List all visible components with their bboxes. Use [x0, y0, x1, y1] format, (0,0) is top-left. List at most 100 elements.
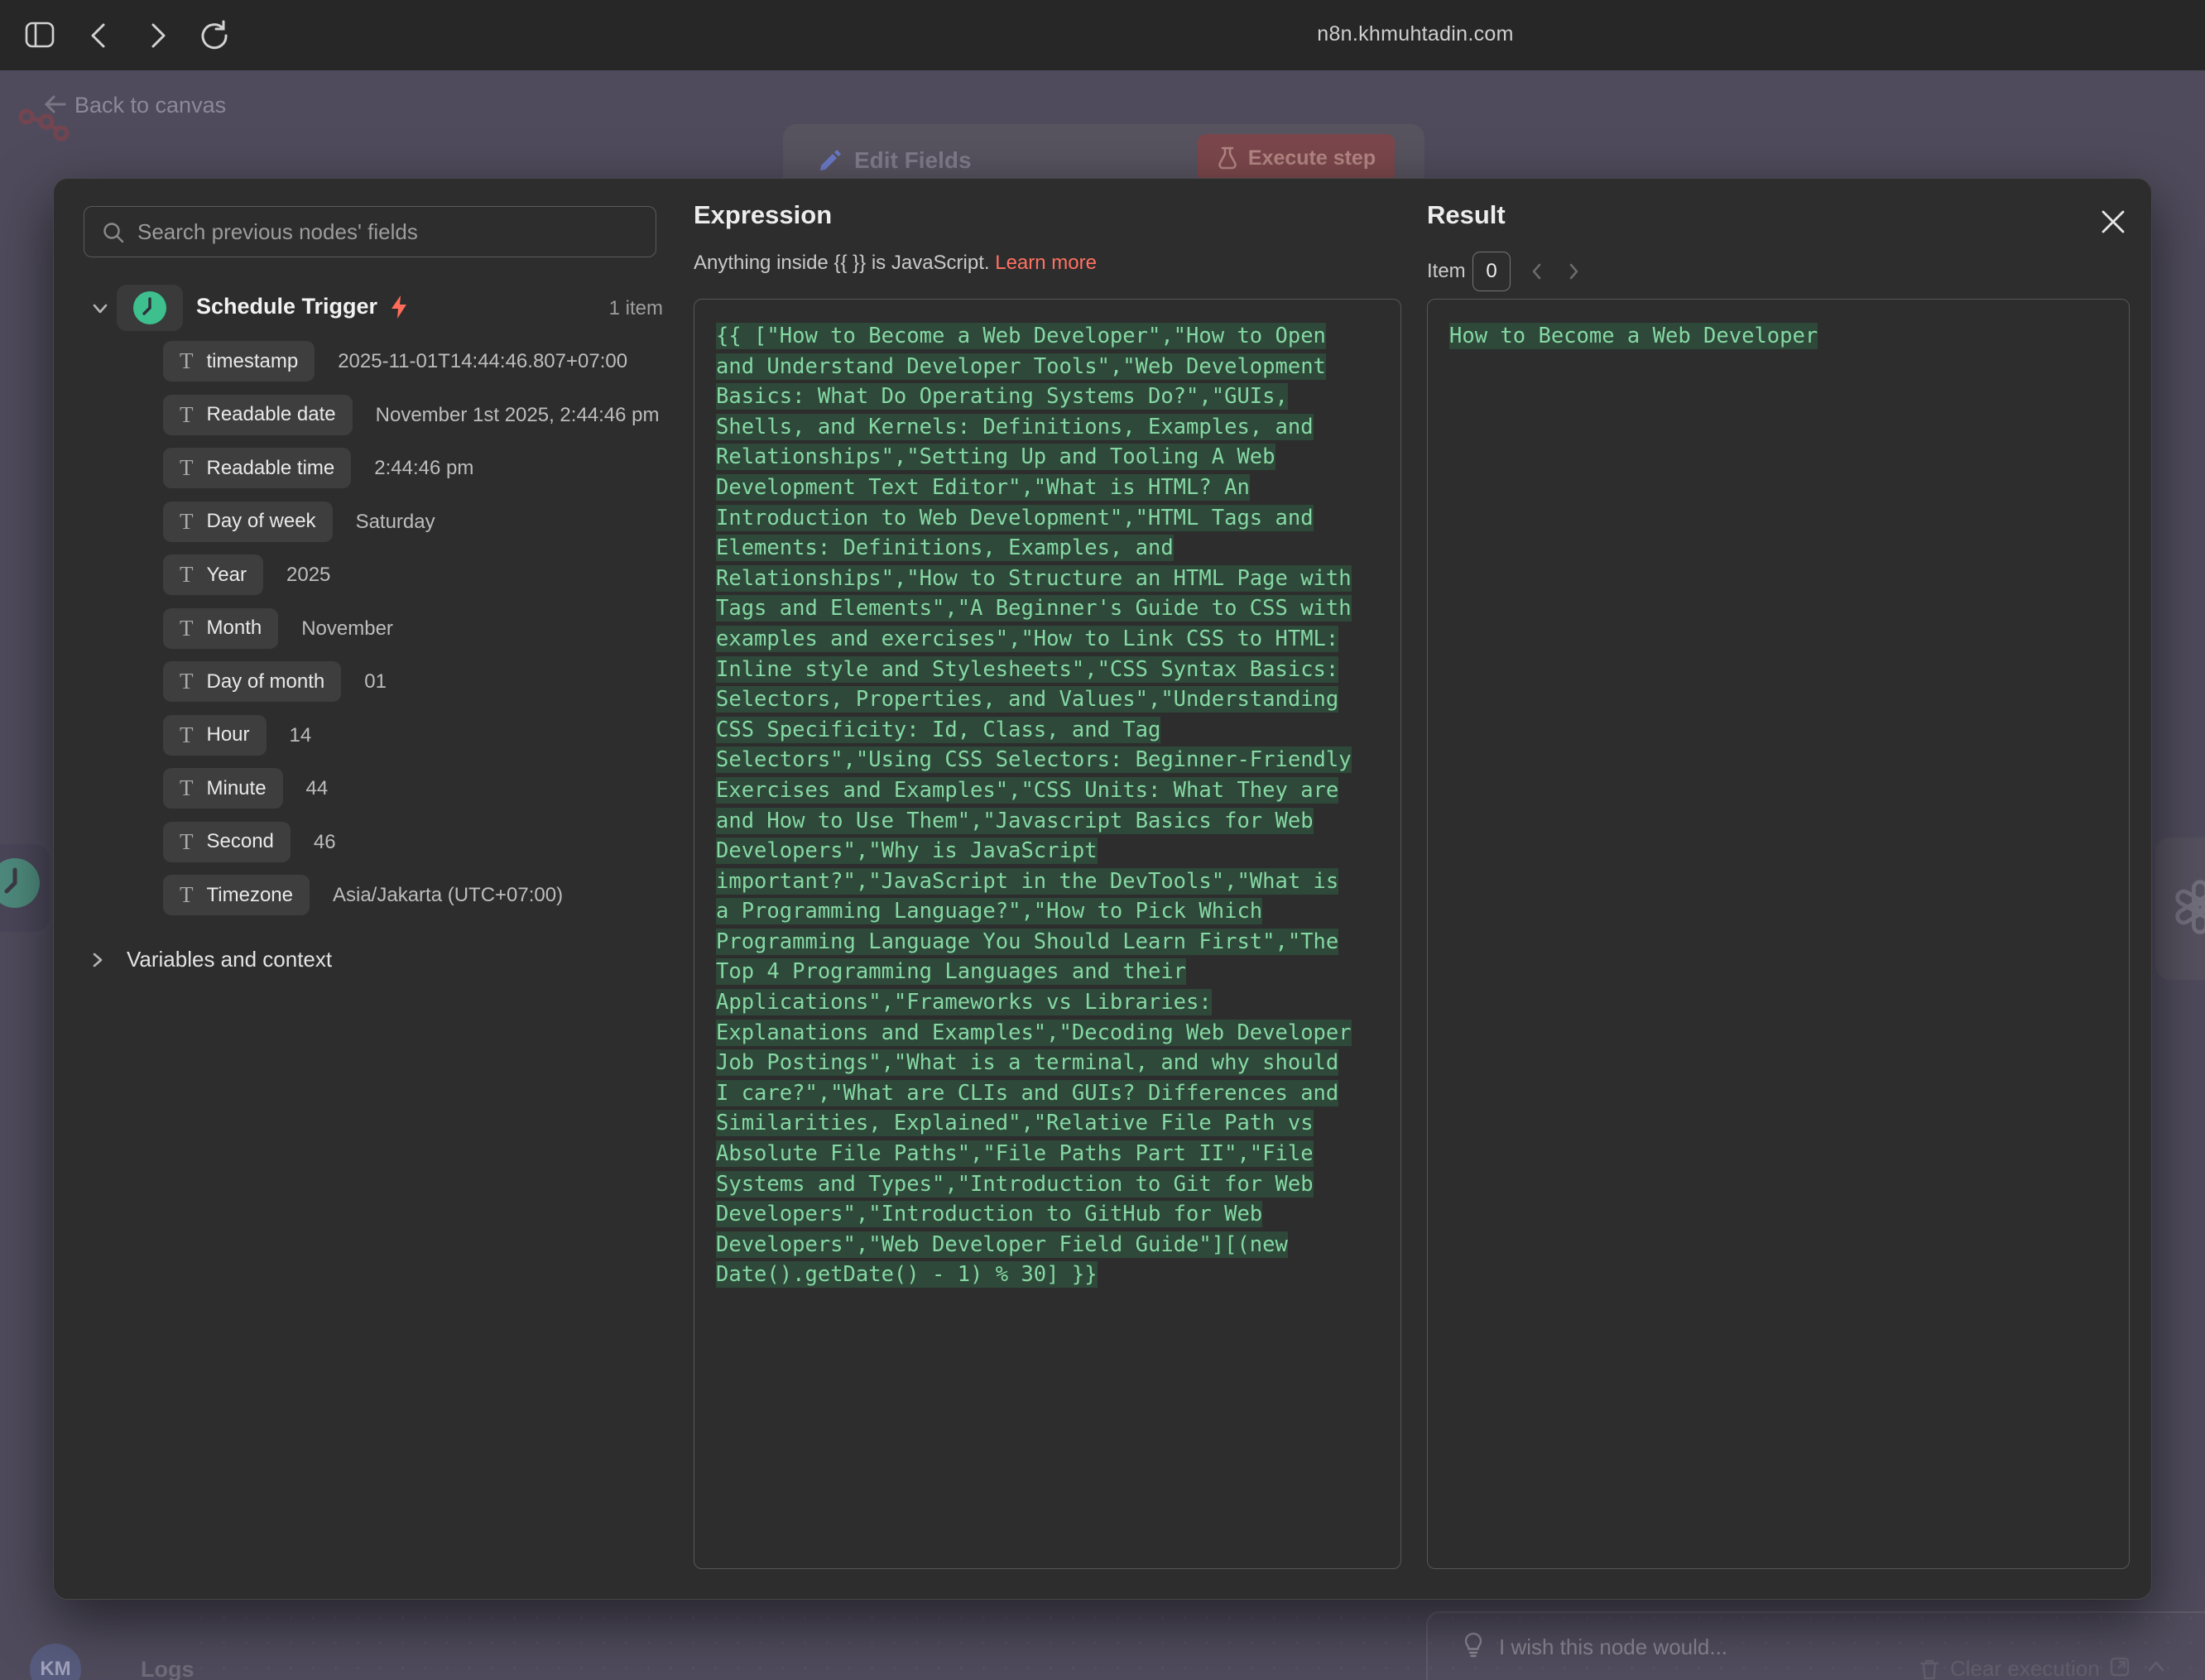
- logs-button[interactable]: Logs: [141, 1657, 195, 1680]
- text-type-icon: T: [180, 509, 194, 535]
- expression-hint: Anything inside {{ }} is JavaScript. Lea…: [694, 252, 1097, 275]
- field-value: Saturday: [356, 502, 435, 534]
- field-chip[interactable]: T Day of week: [163, 502, 333, 542]
- back-arrow-icon[interactable]: [41, 90, 70, 118]
- item-index-input[interactable]: 0: [1472, 252, 1511, 291]
- field-row: T Second 46: [84, 822, 663, 876]
- field-chip[interactable]: T Day of month: [163, 661, 341, 702]
- browser-toolbar: n8n.khmuhtadin.com: [0, 0, 2205, 70]
- field-value: Asia/Jakarta (UTC+07:00): [333, 875, 563, 907]
- browser-forward-icon[interactable]: [142, 20, 172, 51]
- field-chip[interactable]: T Hour: [163, 715, 267, 756]
- text-type-icon: T: [180, 616, 194, 641]
- field-chip[interactable]: T timestamp: [163, 341, 315, 382]
- field-value: November: [301, 608, 393, 641]
- node-title: Edit Fields: [854, 147, 972, 174]
- field-value: 46: [314, 822, 336, 854]
- execute-step-label: Execute step: [1248, 146, 1376, 170]
- field-name: Readable date: [207, 403, 336, 426]
- field-chip[interactable]: T Minute: [163, 768, 283, 809]
- field-name: Day of week: [207, 510, 316, 533]
- sidebar-toggle-icon[interactable]: [23, 20, 56, 50]
- schedule-trigger-node-chip: [117, 285, 183, 331]
- chevron-down-icon[interactable]: [89, 299, 112, 319]
- tree-node-title: Schedule Trigger: [196, 294, 377, 319]
- expression-code[interactable]: {{ ["How to Become a Web Developer","How…: [716, 323, 1352, 1288]
- field-value: 2025: [286, 554, 330, 587]
- field-value: 2:44:46 pm: [374, 448, 473, 480]
- search-icon: [101, 220, 126, 245]
- field-value: November 1st 2025, 2:44:46 pm: [376, 395, 660, 427]
- text-type-icon: T: [180, 402, 194, 428]
- wish-input[interactable]: I wish this node would...: [1499, 1634, 1727, 1660]
- trash-icon: [1919, 1658, 1940, 1680]
- field-row: T Minute 44: [84, 768, 663, 822]
- field-chip[interactable]: T Month: [163, 608, 278, 649]
- schedule-trigger-tree-header[interactable]: Schedule Trigger 1 item: [84, 285, 663, 333]
- field-name: Minute: [207, 777, 267, 800]
- text-type-icon: T: [180, 669, 194, 694]
- fields-list: T timestamp 2025-11-01T14:44:46.807+07:0…: [84, 341, 663, 929]
- expression-title: Expression: [694, 200, 832, 230]
- field-row: T Readable date November 1st 2025, 2:44:…: [84, 395, 663, 449]
- field-chip[interactable]: T Second: [163, 822, 291, 862]
- field-name: Second: [207, 830, 274, 853]
- flask-icon: [1217, 146, 1238, 170]
- field-row: T Hour 14: [84, 715, 663, 769]
- field-name: timestamp: [207, 350, 299, 373]
- avatar[interactable]: KM: [30, 1644, 81, 1680]
- result-title: Result: [1427, 200, 1506, 230]
- field-name: Hour: [207, 723, 250, 746]
- variables-and-context-toggle[interactable]: Variables and context: [89, 947, 332, 972]
- item-prev-icon[interactable]: [1528, 260, 1546, 283]
- popout-icon[interactable]: [2109, 1656, 2131, 1678]
- field-chip[interactable]: T Year: [163, 554, 263, 595]
- field-value: 14: [290, 715, 312, 747]
- address-bar-url[interactable]: n8n.khmuhtadin.com: [1184, 22, 1647, 46]
- search-input[interactable]: Search previous nodes' fields: [84, 206, 656, 257]
- chevron-right-icon: [89, 949, 107, 971]
- item-label: Item: [1427, 260, 1466, 283]
- field-row: T Year 2025: [84, 554, 663, 608]
- learn-more-link[interactable]: Learn more: [995, 252, 1097, 274]
- pencil-icon: [816, 146, 844, 174]
- execute-step-button[interactable]: Execute step: [1198, 134, 1395, 182]
- expression-editor-modal: Search previous nodes' fields Schedule T…: [53, 178, 2152, 1600]
- field-value: 01: [364, 661, 387, 694]
- logs-panel-controls[interactable]: [2109, 1656, 2167, 1678]
- result-output: How to Become a Web Developer: [1427, 299, 2130, 1569]
- back-to-canvas-link[interactable]: Back to canvas: [74, 93, 226, 118]
- clear-execution-label: Clear execution: [1950, 1656, 2100, 1680]
- field-name: Day of month: [207, 670, 325, 694]
- trigger-bolt-icon: [389, 295, 409, 319]
- field-row: T timestamp 2025-11-01T14:44:46.807+07:0…: [84, 341, 663, 395]
- text-type-icon: T: [180, 348, 194, 374]
- field-chip[interactable]: T Timezone: [163, 875, 310, 915]
- clear-execution-button[interactable]: Clear execution: [1919, 1656, 2100, 1680]
- lightbulb-icon: [1461, 1631, 1486, 1661]
- field-chip[interactable]: T Readable date: [163, 395, 353, 435]
- avatar-initials: KM: [40, 1658, 70, 1680]
- text-type-icon: T: [180, 775, 194, 801]
- text-type-icon: T: [180, 722, 194, 748]
- close-icon[interactable]: [2095, 204, 2131, 240]
- text-type-icon: T: [180, 455, 194, 481]
- items-count: 1 item: [609, 297, 663, 320]
- field-name: Timezone: [207, 884, 293, 907]
- openai-node-cut[interactable]: [2155, 838, 2205, 980]
- browser-back-icon[interactable]: [84, 20, 114, 51]
- expression-code-editor[interactable]: {{ ["How to Become a Web Developer","How…: [694, 299, 1401, 1569]
- field-name: Readable time: [207, 457, 335, 480]
- chevron-up-icon[interactable]: [2145, 1656, 2167, 1678]
- clock-icon: [133, 291, 166, 324]
- item-next-icon[interactable]: [1564, 260, 1583, 283]
- field-value: 2025-11-01T14:44:46.807+07:00: [338, 341, 627, 373]
- text-type-icon: T: [180, 562, 194, 588]
- field-row: T Day of week Saturday: [84, 502, 663, 555]
- field-name: Year: [207, 564, 247, 587]
- search-placeholder: Search previous nodes' fields: [137, 219, 418, 245]
- field-chip[interactable]: T Readable time: [163, 448, 351, 488]
- screen: Back to canvas Edit Fields Execute step: [0, 0, 2205, 1680]
- text-type-icon: T: [180, 882, 194, 908]
- browser-reload-icon[interactable]: [197, 18, 232, 53]
